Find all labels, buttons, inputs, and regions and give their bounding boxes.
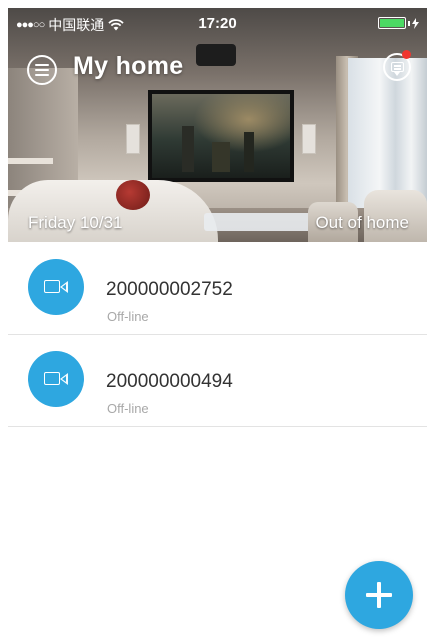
status-bar: ●●●○○ 中国联通 17:20 bbox=[8, 8, 427, 38]
device-row[interactable]: 200000002752 Off-line bbox=[8, 243, 427, 335]
page-title: My home bbox=[73, 52, 184, 80]
tv-image bbox=[148, 90, 294, 182]
battery-icon bbox=[378, 17, 419, 29]
device-status: Off-line bbox=[107, 309, 149, 324]
unread-badge bbox=[402, 50, 411, 59]
status-time: 17:20 bbox=[198, 15, 237, 32]
camera-icon bbox=[28, 351, 84, 407]
charging-icon bbox=[412, 17, 419, 29]
home-hero-image bbox=[8, 8, 427, 242]
camera-icon bbox=[28, 259, 84, 315]
device-row[interactable]: 200000000494 Off-line bbox=[8, 335, 427, 427]
home-screen: ●●●○○ 中国联通 17:20 My home Friday 10/31 Ou… bbox=[0, 0, 427, 637]
add-device-button[interactable] bbox=[345, 561, 413, 629]
menu-icon bbox=[35, 64, 49, 66]
menu-button[interactable] bbox=[27, 55, 57, 85]
device-name: 200000000494 bbox=[106, 371, 233, 392]
date-label: Friday 10/31 bbox=[28, 213, 123, 232]
device-status: Off-line bbox=[107, 401, 149, 416]
home-mode-label[interactable]: Out of home bbox=[315, 213, 409, 233]
message-icon bbox=[391, 62, 404, 76]
device-name: 200000002752 bbox=[106, 279, 233, 300]
